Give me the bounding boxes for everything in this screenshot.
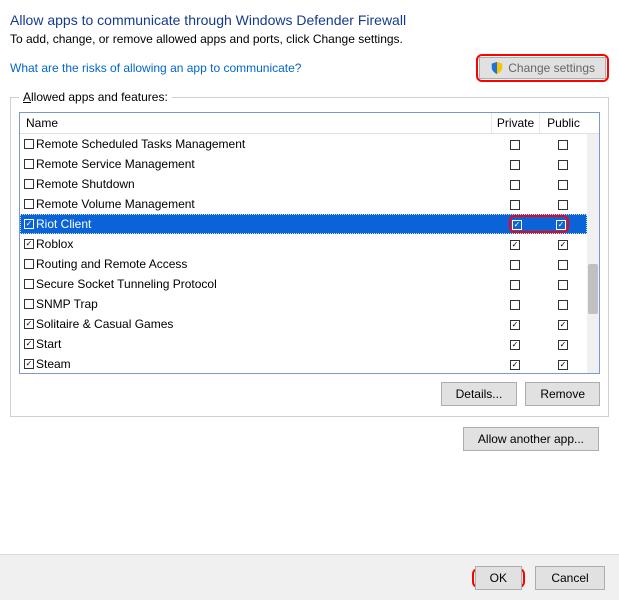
table-row[interactable]: Remote Service Management bbox=[20, 154, 587, 174]
public-checkbox[interactable] bbox=[558, 140, 568, 150]
app-enable-checkbox[interactable] bbox=[24, 339, 34, 349]
app-name-label: Start bbox=[36, 337, 61, 351]
apps-listbox[interactable]: Name Private Public Remote Scheduled Tas… bbox=[19, 112, 600, 374]
app-enable-checkbox[interactable] bbox=[24, 299, 34, 309]
app-name-label: Routing and Remote Access bbox=[36, 257, 187, 271]
shield-icon bbox=[490, 61, 504, 75]
app-name-label: Riot Client bbox=[36, 217, 91, 231]
col-private-header[interactable]: Private bbox=[491, 113, 539, 133]
app-enable-checkbox[interactable] bbox=[24, 279, 34, 289]
risks-link[interactable]: What are the risks of allowing an app to… bbox=[10, 61, 301, 75]
change-settings-button[interactable]: Change settings bbox=[479, 57, 606, 79]
public-checkbox[interactable] bbox=[558, 340, 568, 350]
app-enable-checkbox[interactable] bbox=[24, 159, 34, 169]
private-checkbox[interactable] bbox=[510, 340, 520, 350]
app-name-label: Steam bbox=[36, 357, 71, 371]
table-row[interactable]: Start bbox=[20, 334, 587, 354]
col-name-header[interactable]: Name bbox=[20, 113, 491, 133]
page-subtitle: To add, change, or remove allowed apps a… bbox=[10, 32, 609, 46]
private-checkbox[interactable] bbox=[510, 320, 520, 330]
scrollbar[interactable] bbox=[587, 134, 599, 373]
table-row[interactable]: Steam bbox=[20, 354, 587, 373]
allow-another-app-button[interactable]: Allow another app... bbox=[463, 427, 599, 451]
private-checkbox[interactable] bbox=[510, 300, 520, 310]
app-name-label: SNMP Trap bbox=[36, 297, 98, 311]
public-checkbox[interactable] bbox=[558, 240, 568, 250]
ok-button[interactable]: OK bbox=[475, 566, 522, 590]
public-checkbox[interactable] bbox=[558, 160, 568, 170]
app-enable-checkbox[interactable] bbox=[24, 239, 34, 249]
highlight-change-settings: Change settings bbox=[476, 54, 609, 82]
private-checkbox[interactable] bbox=[510, 160, 520, 170]
app-name-label: Secure Socket Tunneling Protocol bbox=[36, 277, 217, 291]
table-row[interactable]: Remote Volume Management bbox=[20, 194, 587, 214]
app-enable-checkbox[interactable] bbox=[24, 219, 34, 229]
table-row[interactable]: SNMP Trap bbox=[20, 294, 587, 314]
table-row[interactable]: Solitaire & Casual Games bbox=[20, 314, 587, 334]
public-checkbox[interactable] bbox=[558, 320, 568, 330]
col-public-header[interactable]: Public bbox=[539, 113, 587, 133]
app-enable-checkbox[interactable] bbox=[24, 179, 34, 189]
public-checkbox[interactable] bbox=[556, 220, 566, 230]
list-header: Name Private Public bbox=[20, 113, 599, 134]
private-checkbox[interactable] bbox=[510, 360, 520, 370]
private-checkbox[interactable] bbox=[510, 280, 520, 290]
highlight-network-checkboxes bbox=[509, 215, 569, 233]
group-legend: Allowed apps and features: bbox=[19, 90, 172, 104]
public-checkbox[interactable] bbox=[558, 180, 568, 190]
private-checkbox[interactable] bbox=[510, 200, 520, 210]
table-row[interactable]: Roblox bbox=[20, 234, 587, 254]
app-name-label: Remote Scheduled Tasks Management bbox=[36, 137, 245, 151]
table-row[interactable]: Routing and Remote Access bbox=[20, 254, 587, 274]
public-checkbox[interactable] bbox=[558, 200, 568, 210]
private-checkbox[interactable] bbox=[510, 140, 520, 150]
app-name-label: Roblox bbox=[36, 237, 73, 251]
private-checkbox[interactable] bbox=[510, 240, 520, 250]
public-checkbox[interactable] bbox=[558, 360, 568, 370]
app-name-label: Remote Shutdown bbox=[36, 177, 135, 191]
remove-button[interactable]: Remove bbox=[525, 382, 600, 406]
table-row[interactable]: Secure Socket Tunneling Protocol bbox=[20, 274, 587, 294]
app-name-label: Remote Volume Management bbox=[36, 197, 195, 211]
dialog-footer: OK Cancel bbox=[0, 554, 619, 600]
app-enable-checkbox[interactable] bbox=[24, 199, 34, 209]
public-checkbox[interactable] bbox=[558, 260, 568, 270]
table-row[interactable]: Remote Shutdown bbox=[20, 174, 587, 194]
details-button[interactable]: Details... bbox=[441, 382, 518, 406]
app-enable-checkbox[interactable] bbox=[24, 139, 34, 149]
public-checkbox[interactable] bbox=[558, 300, 568, 310]
cancel-button[interactable]: Cancel bbox=[535, 566, 605, 590]
private-checkbox[interactable] bbox=[510, 180, 520, 190]
table-row[interactable]: Remote Scheduled Tasks Management bbox=[20, 134, 587, 154]
highlight-ok: OK bbox=[472, 568, 525, 588]
table-row[interactable]: Riot Client bbox=[20, 214, 587, 234]
app-name-label: Solitaire & Casual Games bbox=[36, 317, 173, 331]
change-settings-label: Change settings bbox=[508, 61, 595, 75]
public-checkbox[interactable] bbox=[558, 280, 568, 290]
scrollbar-thumb[interactable] bbox=[588, 264, 598, 314]
allowed-apps-group: Allowed apps and features: Name Private … bbox=[10, 90, 609, 417]
app-enable-checkbox[interactable] bbox=[24, 319, 34, 329]
app-enable-checkbox[interactable] bbox=[24, 259, 34, 269]
private-checkbox[interactable] bbox=[512, 220, 522, 230]
app-name-label: Remote Service Management bbox=[36, 157, 195, 171]
page-title: Allow apps to communicate through Window… bbox=[10, 12, 609, 28]
private-checkbox[interactable] bbox=[510, 260, 520, 270]
app-enable-checkbox[interactable] bbox=[24, 359, 34, 369]
